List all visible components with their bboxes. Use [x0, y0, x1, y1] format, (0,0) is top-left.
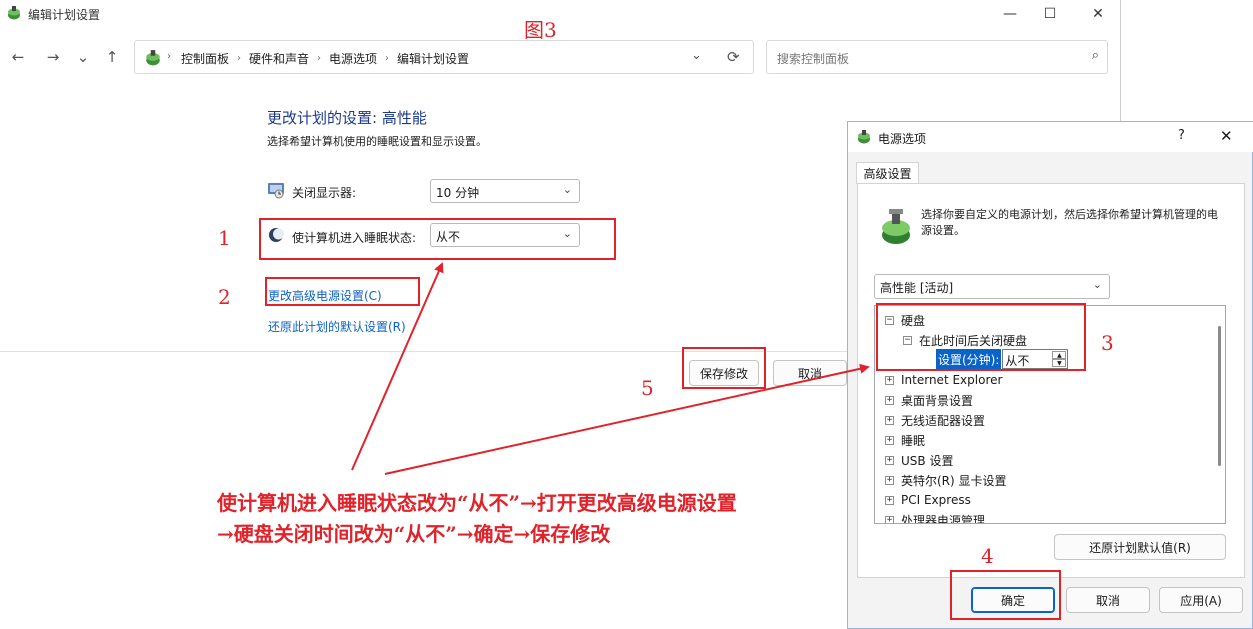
power-options-icon [8, 6, 20, 20]
power-plan-select[interactable]: 高性能 [活动] ⌄ [874, 274, 1110, 299]
dialog-description: 选择你要自定义的电源计划，然后选择你希望计算机管理的电源设置。 [921, 208, 1218, 237]
maximize-button[interactable]: ☐ [1028, 2, 1072, 26]
expand-icon[interactable]: + [885, 395, 894, 405]
annotation-number-4: 4 [981, 544, 994, 568]
cancel-button[interactable]: 取消 [773, 360, 847, 386]
apply-button[interactable]: 应用(A) [1159, 587, 1243, 613]
restore-defaults-link[interactable]: 还原此计划的默认设置(R) [268, 318, 406, 335]
advanced-settings-panel: 选择你要自定义的电源计划，然后选择你希望计算机管理的电源设置。 高性能 [活动]… [857, 183, 1245, 578]
up-button[interactable]: ↑ [101, 46, 123, 68]
minimize-button[interactable]: — [988, 2, 1032, 26]
highlight-save-button [682, 347, 766, 389]
tree-item-label: 无线适配器设置 [901, 413, 986, 428]
tree-item-processor[interactable]: + 处理器电源管理 [885, 510, 986, 524]
figure-label: 图3 [524, 18, 557, 42]
tree-item-usb[interactable]: + USB 设置 [885, 450, 953, 470]
tab-advanced-settings[interactable]: 高级设置 [856, 162, 919, 184]
breadcrumb-hardware-sound[interactable]: 硬件和声音 [249, 50, 309, 67]
power-options-icon [858, 130, 870, 144]
annotation-number-2: 2 [218, 285, 231, 309]
tree-item-label: 睡眠 [901, 433, 926, 448]
highlight-hdd-setting [876, 303, 1086, 371]
address-dropdown-icon[interactable]: ⌄ [691, 48, 702, 63]
power-options-dialog: 电源选项 ? ✕ 高级设置 选择你要自定义的电源计划，然后选择你希望计算机管理的… [847, 121, 1253, 629]
annotation-number-5: 5 [641, 376, 654, 400]
highlight-ok-button [950, 570, 1061, 620]
window-title: 编辑计划设置 [28, 8, 101, 22]
tree-scrollbar[interactable] [1218, 326, 1221, 466]
dialog-close-button[interactable]: ✕ [1220, 127, 1233, 145]
tree-item-label: 桌面背景设置 [901, 393, 974, 408]
chevron-right-icon: › [385, 53, 390, 64]
forward-button[interactable]: → [42, 46, 64, 68]
breadcrumb-control-panel[interactable]: 控制面板 [181, 50, 229, 67]
highlight-advanced-link [265, 277, 420, 306]
close-button[interactable]: ✕ [1076, 2, 1120, 26]
expand-icon[interactable]: + [885, 415, 894, 425]
tree-item-label: Internet Explorer [901, 373, 1003, 387]
tree-item-label: USB 设置 [901, 453, 954, 468]
chevron-down-icon: ⌄ [1092, 278, 1102, 291]
dialog-title: 电源选项 [878, 132, 927, 146]
dialog-cancel-button[interactable]: 取消 [1066, 587, 1150, 613]
recent-locations-button[interactable]: ⌄ [72, 46, 94, 68]
chevron-right-icon: › [167, 51, 171, 62]
control-panel-icon [146, 50, 160, 66]
display-off-select[interactable]: 10 分钟 ⌄ [430, 179, 580, 203]
tree-item-sleep[interactable]: + 睡眠 [885, 430, 925, 450]
chevron-down-icon: ⌄ [562, 183, 572, 196]
annotation-number-3: 3 [1101, 331, 1114, 355]
search-icon[interactable]: ⌕ [1092, 48, 1099, 63]
tree-item-label: PCI Express [901, 493, 971, 507]
restore-plan-defaults-button[interactable]: 还原计划默认值(R) [1054, 534, 1226, 560]
display-off-value: 10 分钟 [436, 186, 480, 200]
search-placeholder[interactable]: 搜索控制面板 [777, 50, 849, 67]
tree-item-label: 英特尔(R) 显卡设置 [901, 473, 1007, 488]
page-title: 更改计划的设置: 高性能 [267, 109, 427, 127]
expand-icon[interactable]: + [885, 455, 894, 465]
expand-icon[interactable]: + [885, 375, 894, 385]
page-description: 选择希望计算机使用的睡眠设置和显示设置。 [267, 135, 487, 148]
dialog-title-bar: 电源选项 ? ✕ [848, 122, 1253, 152]
expand-icon[interactable]: + [885, 515, 894, 523]
breadcrumb: 控制面板 › 硬件和声音 › 电源选项 › 编辑计划设置 [181, 50, 477, 67]
expand-icon[interactable]: + [885, 435, 894, 445]
search-box[interactable]: 搜索控制面板 ⌕ [766, 40, 1108, 74]
instruction-text-line-1: 使计算机进入睡眠状态改为“从不”→打开更改高级电源设置 [217, 491, 737, 515]
expand-icon[interactable]: + [885, 475, 894, 485]
tree-item-desktop-bg[interactable]: + 桌面背景设置 [885, 390, 973, 410]
expand-icon[interactable]: + [885, 495, 894, 505]
tree-item-pci-express[interactable]: + PCI Express [885, 490, 971, 510]
power-plan-icon [882, 209, 910, 244]
title-bar: 编辑计划设置 — ☐ ✕ [0, 0, 1121, 28]
tree-item-label: 处理器电源管理 [901, 513, 986, 524]
address-bar[interactable]: › 控制面板 › 硬件和声音 › 电源选项 › 编辑计划设置 ⌄ ⟳ [134, 40, 754, 74]
instruction-text-line-2: →硬盘关闭时间改为“从不”→确定→保存修改 [217, 522, 611, 546]
help-button[interactable]: ? [1178, 128, 1185, 143]
display-off-label: 关闭显示器: [292, 186, 357, 200]
breadcrumb-power-options[interactable]: 电源选项 [329, 50, 377, 67]
tree-item-ie[interactable]: + Internet Explorer [885, 370, 1002, 390]
back-button[interactable]: ← [7, 46, 29, 68]
tree-item-wireless[interactable]: + 无线适配器设置 [885, 410, 985, 430]
highlight-sleep-setting [259, 218, 616, 260]
chevron-right-icon: › [317, 53, 322, 64]
refresh-icon[interactable]: ⟳ [727, 48, 740, 66]
navigation-bar: ← → ⌄ ↑ › 控制面板 › 硬件和声音 › 电源选项 › 编辑计划设置 ⌄… [0, 40, 1121, 74]
tree-item-intel-graphics[interactable]: + 英特尔(R) 显卡设置 [885, 470, 1007, 490]
power-plan-value: 高性能 [活动] [880, 281, 954, 295]
annotation-number-1: 1 [218, 226, 231, 250]
chevron-right-icon: › [237, 53, 242, 64]
monitor-icon [268, 183, 284, 199]
breadcrumb-edit-plan[interactable]: 编辑计划设置 [397, 50, 469, 67]
